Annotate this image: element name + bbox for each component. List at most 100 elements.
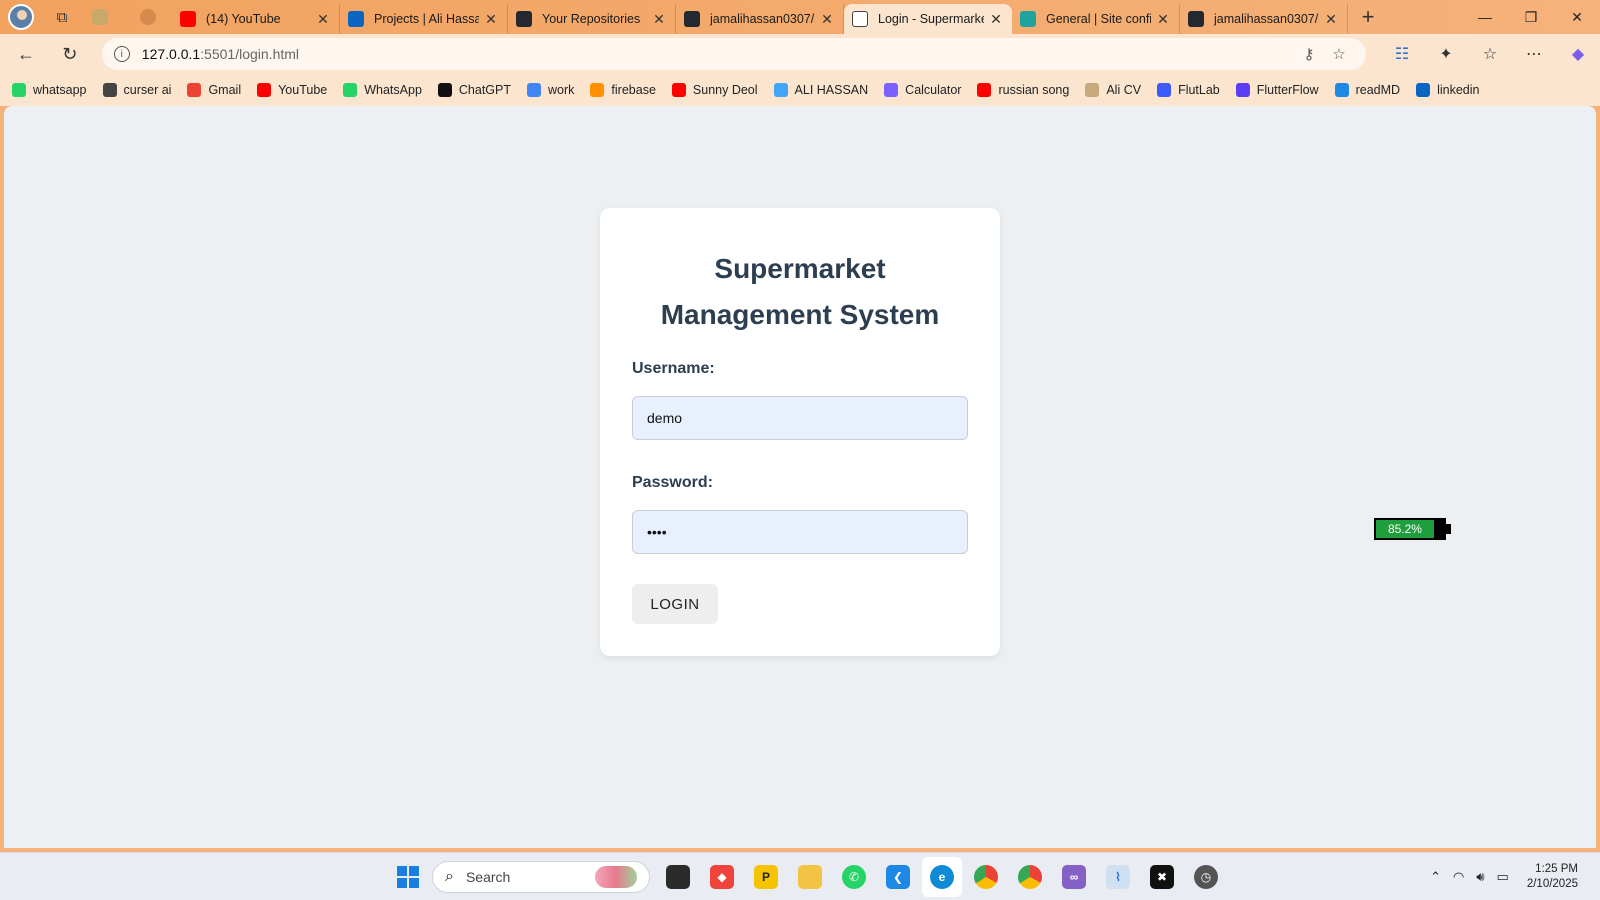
github-icon xyxy=(516,11,532,27)
show-hidden-icons-icon[interactable]: ⌃ xyxy=(1430,869,1441,885)
task-view-icon[interactable] xyxy=(658,857,698,897)
pinned-tab-2[interactable] xyxy=(124,3,172,31)
close-window-icon[interactable]: ✕ xyxy=(1554,0,1600,34)
bookmark-item[interactable]: ALI HASSAN xyxy=(773,83,869,97)
taskbar: ⌕ Search ◆ P ✆ ❮ e ∞ ⌇ ✖ ◷ ⌃ ◠ 🔊︎ ▭ 1:25… xyxy=(0,852,1600,900)
visual-studio-icon[interactable]: ∞ xyxy=(1054,857,1094,897)
bookmark-label: Calculator xyxy=(905,83,962,97)
search-highlight-icon xyxy=(595,866,637,888)
close-tab-icon[interactable]: ✕ xyxy=(1155,11,1171,28)
close-tab-icon[interactable]: ✕ xyxy=(651,11,667,28)
bookmark-item[interactable]: linkedin xyxy=(1416,83,1479,97)
password-key-icon[interactable]: ⚷ xyxy=(1294,45,1324,63)
bookmark-item[interactable]: Calculator xyxy=(884,83,961,97)
bookmark-item[interactable]: WhatsApp xyxy=(343,83,422,97)
cursor-icon xyxy=(102,83,117,97)
bookmark-label: Sunny Deol xyxy=(692,83,758,97)
pinned-tab-1[interactable] xyxy=(76,3,124,31)
browser-tab[interactable]: (14) YouTube ✕ xyxy=(172,4,340,34)
workspaces-icon[interactable]: ⧉ xyxy=(48,3,76,31)
bookmark-item[interactable]: Gmail xyxy=(187,83,241,97)
more-options-icon[interactable]: ⋯ xyxy=(1512,38,1556,70)
close-tab-icon[interactable]: ✕ xyxy=(988,11,1004,28)
bookmark-item[interactable]: curser ai xyxy=(102,83,171,97)
profile-avatar[interactable] xyxy=(8,4,34,30)
bookmark-label: ALI HASSAN xyxy=(794,83,869,97)
app-yellow-icon[interactable]: P xyxy=(746,857,786,897)
bookmark-item[interactable]: FlutLab xyxy=(1157,83,1220,97)
github-icon xyxy=(684,11,700,27)
capcut-icon[interactable]: ✖ xyxy=(1142,857,1182,897)
start-button[interactable] xyxy=(388,857,428,897)
copilot-icon[interactable]: ◆ xyxy=(1556,38,1600,70)
new-tab-button[interactable]: + xyxy=(1352,2,1384,32)
bookmark-item[interactable]: whatsapp xyxy=(12,83,87,97)
bookmark-item[interactable]: firebase xyxy=(590,83,656,97)
vscode-icon[interactable]: ❮ xyxy=(878,857,918,897)
firebase-icon xyxy=(590,83,605,97)
clock-date: 2/10/2025 xyxy=(1526,878,1578,890)
bookmark-label: whatsapp xyxy=(33,83,87,97)
bookmark-item[interactable]: readMD xyxy=(1334,83,1401,97)
site-info-icon[interactable]: i xyxy=(113,46,130,62)
page-icon xyxy=(852,11,868,27)
clock[interactable]: 1:25 PM 2/10/2025 xyxy=(1527,862,1578,892)
username-label: Username: xyxy=(632,360,715,377)
battery-terminal xyxy=(1446,524,1451,534)
tab-title: jamalihassan0307/C xyxy=(1214,12,1319,26)
restore-icon[interactable]: ❐ xyxy=(1508,0,1554,34)
refresh-icon[interactable]: ↻ xyxy=(52,38,88,70)
file-explorer-icon[interactable] xyxy=(790,857,830,897)
bookmark-item[interactable]: Ali CV xyxy=(1085,83,1141,97)
youtube-icon xyxy=(671,83,686,97)
edge-icon[interactable]: e xyxy=(922,857,962,897)
login-button[interactable]: LOGIN xyxy=(632,584,718,624)
browser-tab[interactable]: jamalihassan0307/C ✕ xyxy=(1180,4,1348,34)
flutter-icon xyxy=(773,83,788,97)
battery-widget: 85.2% xyxy=(1374,518,1451,540)
battery-icon[interactable]: ▭ xyxy=(1497,869,1509,885)
close-tab-icon[interactable]: ✕ xyxy=(1323,11,1339,28)
bookmark-label: readMD xyxy=(1355,83,1401,97)
close-tab-icon[interactable]: ✕ xyxy=(315,11,331,28)
browser-tab[interactable]: Login - Supermarket ✕ xyxy=(844,4,1012,34)
bookmark-item[interactable]: Sunny Deol xyxy=(671,83,758,97)
close-tab-icon[interactable]: ✕ xyxy=(483,11,499,28)
browser-tab[interactable]: General | Site config ✕ xyxy=(1012,4,1180,34)
whatsapp-icon xyxy=(12,83,26,97)
close-tab-icon[interactable]: ✕ xyxy=(819,11,835,28)
performance-monitor-icon[interactable]: ⌇ xyxy=(1098,857,1138,897)
bookmark-item[interactable]: russian song xyxy=(977,83,1069,97)
whatsapp-icon[interactable]: ✆ xyxy=(834,857,874,897)
address-bar[interactable]: i 127.0.0.1 :5501/login.html ⚷ ☆ xyxy=(101,38,1366,70)
bookmark-item[interactable]: FlutterFlow xyxy=(1235,83,1319,97)
windows-logo-icon xyxy=(397,866,419,888)
bookmark-item[interactable]: ChatGPT xyxy=(437,83,511,97)
tab-strip: ⧉ (14) YouTube ✕ Projects | Ali Hassan ✕ You… xyxy=(0,0,1600,34)
volume-icon[interactable]: 🔊︎ xyxy=(1476,869,1484,885)
taskbar-search[interactable]: ⌕ Search xyxy=(432,861,650,893)
favorite-star-icon[interactable]: ☆ xyxy=(1324,45,1354,63)
password-input[interactable] xyxy=(632,510,968,554)
extensions-icon[interactable]: ✦ xyxy=(1424,38,1468,70)
clock-app-icon[interactable]: ◷ xyxy=(1186,857,1226,897)
bookmark-label: YouTube xyxy=(278,83,328,97)
username-input[interactable] xyxy=(632,396,968,440)
bookmark-label: work xyxy=(548,83,575,97)
bookmark-item[interactable]: work xyxy=(527,83,574,97)
minimize-icon[interactable]: — xyxy=(1462,0,1508,34)
anydesk-icon[interactable]: ◆ xyxy=(702,857,742,897)
bookmark-item[interactable]: YouTube xyxy=(257,83,327,97)
browser-tab[interactable]: jamalihassan0307/su ✕ xyxy=(676,4,844,34)
favorites-icon[interactable]: ☆ xyxy=(1468,38,1512,70)
back-icon[interactable]: ← xyxy=(8,38,44,70)
bookmark-label: FlutLab xyxy=(1178,83,1220,97)
pinned-app-icon xyxy=(140,9,156,25)
whatsapp-icon xyxy=(343,83,358,97)
browser-tab[interactable]: Projects | Ali Hassan ✕ xyxy=(340,4,508,34)
chrome-profile-icon[interactable] xyxy=(1010,857,1050,897)
browser-tab[interactable]: Your Repositories ✕ xyxy=(508,4,676,34)
translate-icon[interactable]: ☷ xyxy=(1380,38,1424,70)
wifi-icon[interactable]: ◠ xyxy=(1453,869,1464,885)
chrome-icon[interactable] xyxy=(966,857,1006,897)
